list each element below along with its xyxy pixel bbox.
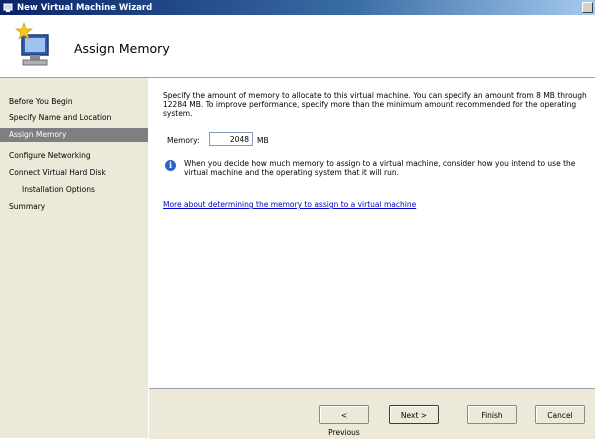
finish-button[interactable]: Finish (467, 405, 517, 424)
main-content: Specify the amount of memory to allocate… (149, 78, 595, 388)
sidebar-item-configure-networking[interactable]: Configure Networking (0, 149, 148, 163)
memory-unit: MB (257, 136, 269, 145)
info-icon: i (165, 160, 176, 171)
previous-button[interactable]: < Previous (319, 405, 369, 437)
sidebar-item-summary[interactable]: Summary (0, 200, 148, 214)
page-title: Assign Memory (74, 41, 170, 56)
more-about-memory-link[interactable]: More about determining the memory to ass… (163, 200, 416, 209)
sidebar-item-assign-memory[interactable]: Assign Memory (0, 128, 148, 142)
app-icon (3, 2, 14, 13)
memory-input[interactable] (209, 132, 253, 146)
cancel-button[interactable]: Cancel (535, 405, 585, 424)
wizard-footer: < Previous Next > Finish Cancel (149, 388, 595, 439)
sidebar-item-connect-virtual-hard-disk[interactable]: Connect Virtual Hard Disk (0, 166, 148, 180)
computer-monitor-star-icon (13, 21, 57, 69)
info-text: When you decide how much memory to assig… (184, 159, 576, 177)
memory-label: Memory: (167, 136, 200, 145)
sidebar-item-specify-name-and-location[interactable]: Specify Name and Location (0, 111, 148, 125)
sidebar-item-installation-options[interactable]: Installation Options (0, 183, 148, 197)
wizard-steps-panel: Before You Begin Specify Name and Locati… (0, 78, 148, 438)
close-icon[interactable] (582, 2, 593, 13)
title-bar: New Virtual Machine Wizard (0, 0, 595, 15)
wizard-header: Assign Memory (0, 15, 595, 78)
memory-description: Specify the amount of memory to allocate… (163, 91, 587, 118)
sidebar-item-before-you-begin[interactable]: Before You Begin (0, 95, 148, 109)
window-title: New Virtual Machine Wizard (17, 2, 153, 13)
next-button[interactable]: Next > (389, 405, 439, 424)
